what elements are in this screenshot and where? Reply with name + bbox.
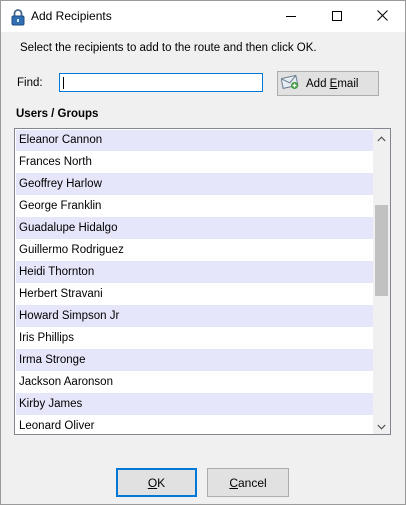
cancel-button-label: Cancel [229, 475, 267, 490]
add-email-label: Add Email [306, 77, 359, 90]
lock-icon [11, 8, 25, 26]
list-item[interactable]: Leonard Oliver [16, 415, 374, 434]
list-item[interactable]: Jackson Aaronson [16, 371, 374, 393]
scroll-down-button[interactable] [373, 417, 390, 434]
scrollbar-thumb[interactable] [375, 205, 388, 296]
text-caret [63, 77, 64, 89]
ok-button-label: OK [147, 475, 166, 490]
list-item[interactable]: Guillermo Rodriguez [16, 239, 374, 261]
list-item[interactable]: Frances North [16, 151, 374, 173]
cancel-button[interactable]: Cancel [207, 468, 289, 497]
instruction-text: Select the recipients to add to the rout… [20, 42, 317, 54]
users-groups-listbox[interactable]: Eleanor Cannon Frances North Geoffrey Ha… [14, 128, 391, 435]
users-groups-label: Users / Groups [16, 108, 99, 120]
minimize-icon [286, 8, 296, 26]
window-title: Add Recipients [31, 9, 112, 23]
list-item[interactable]: Irma Stronge [16, 349, 374, 371]
title-bar[interactable]: Add Recipients [1, 1, 405, 32]
list-items: Eleanor Cannon Frances North Geoffrey Ha… [16, 130, 374, 434]
add-email-button[interactable]: Add Email [277, 71, 379, 96]
scroll-up-button[interactable] [373, 129, 390, 146]
minimize-button[interactable] [268, 1, 314, 32]
maximize-icon [332, 8, 342, 26]
maximize-button[interactable] [314, 1, 360, 32]
find-label: Find: [17, 77, 43, 89]
list-item[interactable]: George Franklin [16, 195, 374, 217]
envelope-icon [280, 74, 299, 93]
list-item[interactable]: Herbert Stravani [16, 283, 374, 305]
list-item[interactable]: Iris Phillips [16, 327, 374, 349]
close-icon [376, 8, 388, 26]
list-item[interactable]: Guadalupe Hidalgo [16, 217, 374, 239]
find-input[interactable] [59, 73, 263, 92]
vertical-scrollbar[interactable] [373, 129, 390, 434]
list-item[interactable]: Heidi Thornton [16, 261, 374, 283]
list-item[interactable]: Geoffrey Harlow [16, 173, 374, 195]
close-button[interactable] [359, 1, 405, 32]
ok-button[interactable]: OK [116, 468, 197, 497]
chevron-up-icon [377, 129, 386, 147]
list-item[interactable]: Kirby James [16, 393, 374, 415]
add-recipients-dialog: Add Recipients Select the recipients to … [0, 0, 406, 505]
list-item[interactable]: Eleanor Cannon [16, 130, 374, 151]
list-item[interactable]: Howard Simpson Jr [16, 305, 374, 327]
chevron-down-icon [377, 417, 386, 435]
